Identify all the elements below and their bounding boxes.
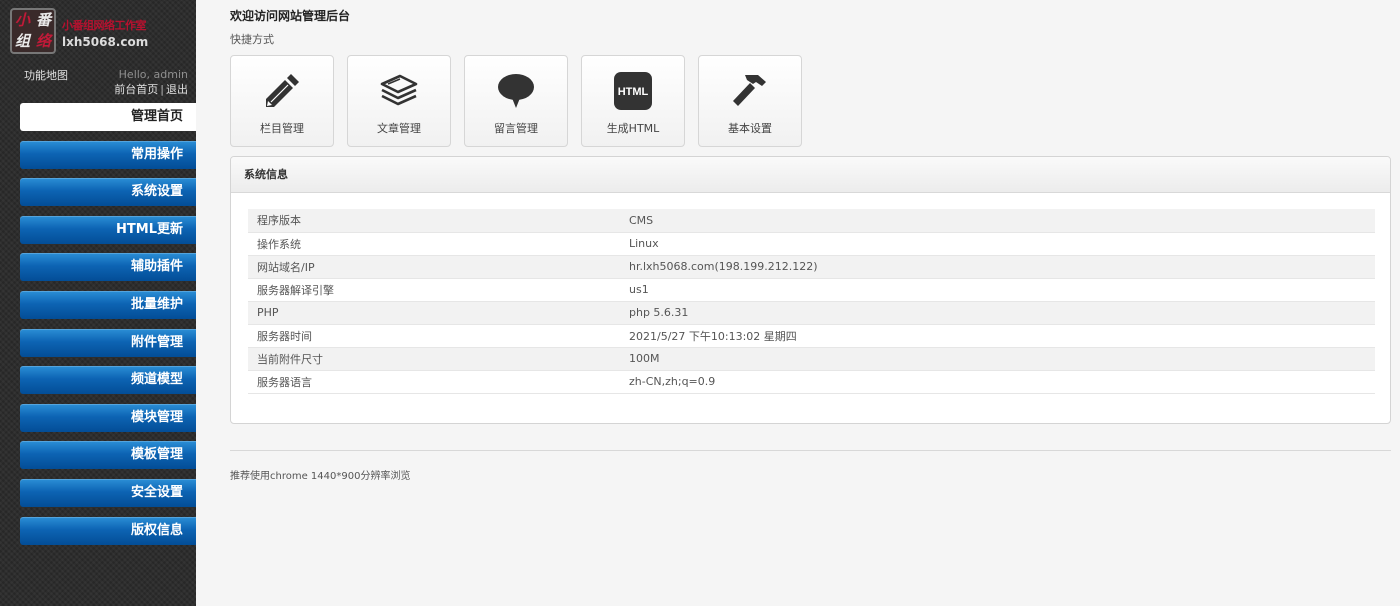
table-row: 当前附件尺寸 100M — [248, 347, 1375, 370]
info-value: us1 — [629, 283, 649, 296]
menu-item-html-update[interactable]: HTML更新 — [20, 215, 196, 244]
info-value: CMS — [629, 213, 654, 227]
info-value: Linux — [629, 237, 659, 250]
table-row: 服务器语言 zh-CN,zh;q=0.9 — [248, 370, 1375, 393]
shortcut-generate-html[interactable]: HTML 生成HTML — [581, 55, 685, 147]
logo-char: 络 — [35, 32, 51, 50]
shortcut-basic-settings[interactable]: 基本设置 — [698, 55, 802, 147]
info-value: hr.lxh5068.com(198.199.212.122) — [629, 260, 818, 273]
shortcut-label: 生成HTML — [606, 122, 660, 135]
info-key: 服务器解译引擎 — [257, 283, 334, 297]
info-key: 程序版本 — [257, 214, 301, 228]
menu-item-modules[interactable]: 模块管理 — [20, 403, 196, 432]
page-title: 欢迎访问网站管理后台 — [230, 9, 351, 23]
shortcut-label: 文章管理 — [377, 122, 421, 135]
menu-item-system-settings[interactable]: 系统设置 — [20, 178, 196, 207]
shortcut-label: 栏目管理 — [260, 122, 304, 135]
info-value: 2021/5/27 下午10:13:02 星期四 — [629, 329, 797, 343]
table-row: 程序版本 CMS — [248, 209, 1375, 232]
shortcut-heading: 快捷方式 — [230, 33, 274, 46]
shortcut-label: 基本设置 — [728, 122, 772, 135]
info-key: 当前附件尺寸 — [257, 352, 323, 366]
info-key: 操作系统 — [257, 237, 301, 251]
stack-icon — [380, 74, 418, 106]
menu-item-channel-models[interactable]: 频道模型 — [20, 366, 196, 395]
shortcut-message-manage[interactable]: 留言管理 — [464, 55, 568, 147]
menu-item-copyright[interactable]: 版权信息 — [20, 516, 196, 545]
menu-item-security[interactable]: 安全设置 — [20, 478, 196, 507]
shortcut-list: 栏目管理 文章管理 留言管理 HTML 生成HTML 基本设置 — [230, 55, 815, 147]
brand-domain: lxh5068.com — [62, 35, 149, 49]
speech-bubble-icon — [498, 74, 534, 108]
front-page-link[interactable]: 前台首页 — [114, 83, 158, 96]
shortcut-column-manage[interactable]: 栏目管理 — [230, 55, 334, 147]
table-row: 网站域名/IP hr.lxh5068.com(198.199.212.122) — [248, 255, 1375, 278]
html-icon: HTML — [614, 72, 652, 110]
sidebar-menu: 管理首页 常用操作 系统设置 HTML更新 辅助插件 批量维护 附件管理 频道模… — [20, 103, 196, 554]
user-greeting: Hello, admin — [118, 68, 188, 81]
menu-item-plugins[interactable]: 辅助插件 — [20, 253, 196, 282]
table-row: 服务器时间 2021/5/27 下午10:13:02 星期四 — [248, 324, 1375, 347]
sitemap-link[interactable]: 功能地图 — [24, 67, 68, 83]
shortcut-label: 留言管理 — [494, 122, 538, 135]
system-info-panel: 系统信息 程序版本 CMS 操作系统 Linux 网站域名/IP hr.lxh5… — [230, 156, 1391, 424]
hammer-icon — [733, 75, 766, 106]
menu-item-attachments[interactable]: 附件管理 — [20, 328, 196, 357]
info-value: 100M — [629, 352, 660, 365]
logo-char: 组 — [14, 32, 30, 50]
menu-item-batch-maintenance[interactable]: 批量维护 — [20, 290, 196, 319]
info-key: 网站域名/IP — [257, 260, 315, 274]
brand-name: 小番组网络工作室 — [62, 19, 147, 32]
shortcut-article-manage[interactable]: 文章管理 — [347, 55, 451, 147]
table-row: 服务器解译引擎 us1 — [248, 278, 1375, 301]
system-info-table: 程序版本 CMS 操作系统 Linux 网站域名/IP hr.lxh5068.c… — [248, 209, 1375, 394]
pencil-icon — [266, 74, 299, 107]
info-key: PHP — [257, 306, 279, 319]
logo[interactable]: 小 番 组 络 — [10, 8, 56, 54]
menu-item-templates[interactable]: 模板管理 — [20, 441, 196, 470]
info-key: 服务器语言 — [257, 375, 312, 389]
user-links: 前台首页 | 退出 — [114, 81, 188, 97]
logo-char: 番 — [35, 11, 51, 29]
logo-char: 小 — [14, 11, 30, 29]
system-info-title: 系统信息 — [231, 157, 1390, 193]
table-row: PHP php 5.6.31 — [248, 301, 1375, 324]
footer-note: 推荐使用chrome 1440*900分辨率浏览 — [230, 471, 411, 482]
sidebar: 小 番 组 络 小番组网络工作室 lxh5068.com 功能地图 Hello,… — [0, 0, 196, 606]
info-key: 服务器时间 — [257, 329, 312, 343]
html-icon-text: HTML — [618, 86, 649, 98]
divider — [230, 450, 1391, 451]
menu-item-dashboard[interactable]: 管理首页 — [20, 103, 196, 131]
link-separator: | — [160, 83, 164, 96]
menu-item-common-ops[interactable]: 常用操作 — [20, 140, 196, 169]
info-value: zh-CN,zh;q=0.9 — [629, 375, 716, 388]
info-value: php 5.6.31 — [629, 306, 689, 319]
table-row: 操作系统 Linux — [248, 232, 1375, 255]
logout-link[interactable]: 退出 — [166, 83, 188, 96]
